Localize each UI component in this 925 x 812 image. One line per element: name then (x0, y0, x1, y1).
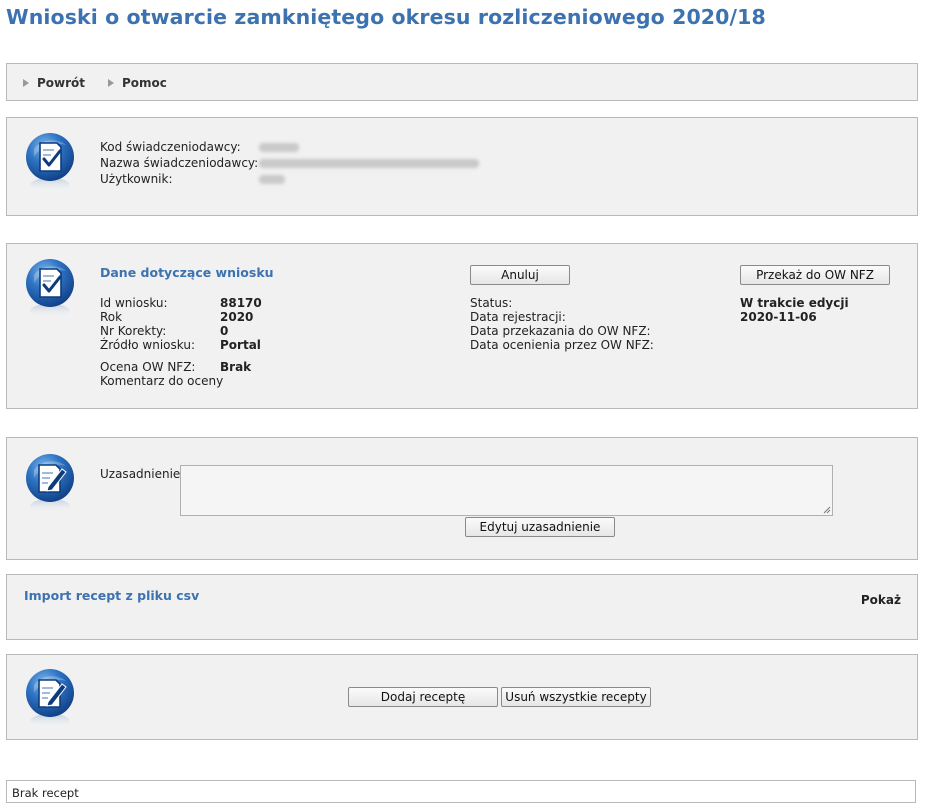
edit-justification-button[interactable]: Edytuj uzasadnienie (465, 517, 615, 537)
rating-value: Brak (220, 360, 252, 374)
provider-code-label: Kod świadczeniodawcy: (100, 140, 241, 154)
prescriptions-list: Brak recept (6, 780, 916, 803)
remove-all-prescriptions-button[interactable]: Usuń wszystkie recepty (501, 687, 651, 707)
redacted-provider-name (259, 159, 479, 168)
provider-panel: Kod świadczeniodawcy: Nazwa świadczeniod… (6, 117, 918, 216)
help-button[interactable]: Pomoc (108, 76, 167, 90)
back-label: Powrót (37, 76, 86, 90)
correction-value: 0 (220, 324, 229, 338)
add-prescription-button[interactable]: Dodaj receptę (348, 687, 498, 707)
redacted-provider-code (259, 143, 299, 152)
status-label: Status: (470, 296, 513, 310)
application-id-value: 88170 (220, 296, 262, 310)
document-check-icon (24, 131, 76, 193)
send-to-ow-nfz-button[interactable]: Przekaż do OW NFZ (740, 265, 890, 285)
toolbar: Powrót Pomoc (6, 63, 918, 101)
justification-label: Uzasadnienie: (100, 467, 185, 481)
source-value: Portal (220, 338, 261, 352)
year-label: Rok (100, 310, 123, 324)
application-panel: Dane dotyczące wniosku Anuluj Przekaż do… (6, 243, 918, 409)
resize-grip-icon[interactable] (823, 506, 831, 514)
correction-label: Nr Korekty: (100, 324, 167, 338)
prescriptions-panel: Dodaj receptę Usuń wszystkie recepty (6, 654, 918, 740)
empty-list-text: Brak recept (12, 786, 79, 800)
back-button[interactable]: Powrót (23, 76, 85, 90)
application-id-label: Id wniosku: (100, 296, 168, 310)
source-label: Źródło wniosku: (100, 338, 195, 352)
registration-date-label: Data rejestracji: (470, 310, 566, 324)
page-title: Wnioski o otwarcie zamkniętego okresu ro… (6, 5, 766, 29)
evaluated-date-label: Data ocenienia przez OW NFZ: (470, 338, 654, 352)
triangle-right-icon (108, 79, 114, 87)
rating-comment-label: Komentarz do oceny (100, 374, 224, 388)
document-check-icon (24, 257, 76, 319)
year-value: 2020 (220, 310, 254, 324)
registration-date-value: 2020-11-06 (740, 310, 817, 324)
document-edit-icon (24, 667, 76, 729)
help-label: Pomoc (122, 76, 167, 90)
triangle-right-icon (23, 79, 29, 87)
rating-label: Ocena OW NFZ: (100, 360, 196, 374)
redacted-user (259, 175, 285, 184)
sent-date-label: Data przekazania do OW NFZ: (470, 324, 651, 338)
user-label: Użytkownik: (100, 172, 173, 186)
provider-name-label: Nazwa świadczeniodawcy: (100, 156, 259, 170)
import-panel: Import recept z pliku csv Pokaż (6, 574, 918, 640)
show-import-link[interactable]: Pokaż (861, 593, 901, 607)
status-value: W trakcie edycji (740, 296, 849, 310)
justification-panel: Uzasadnienie: Edytuj uzasadnienie (6, 437, 918, 560)
application-section-title: Dane dotyczące wniosku (100, 265, 274, 280)
import-section-title: Import recept z pliku csv (24, 588, 200, 603)
document-edit-icon (24, 452, 76, 514)
cancel-button[interactable]: Anuluj (470, 265, 570, 285)
justification-textarea[interactable] (180, 465, 833, 516)
